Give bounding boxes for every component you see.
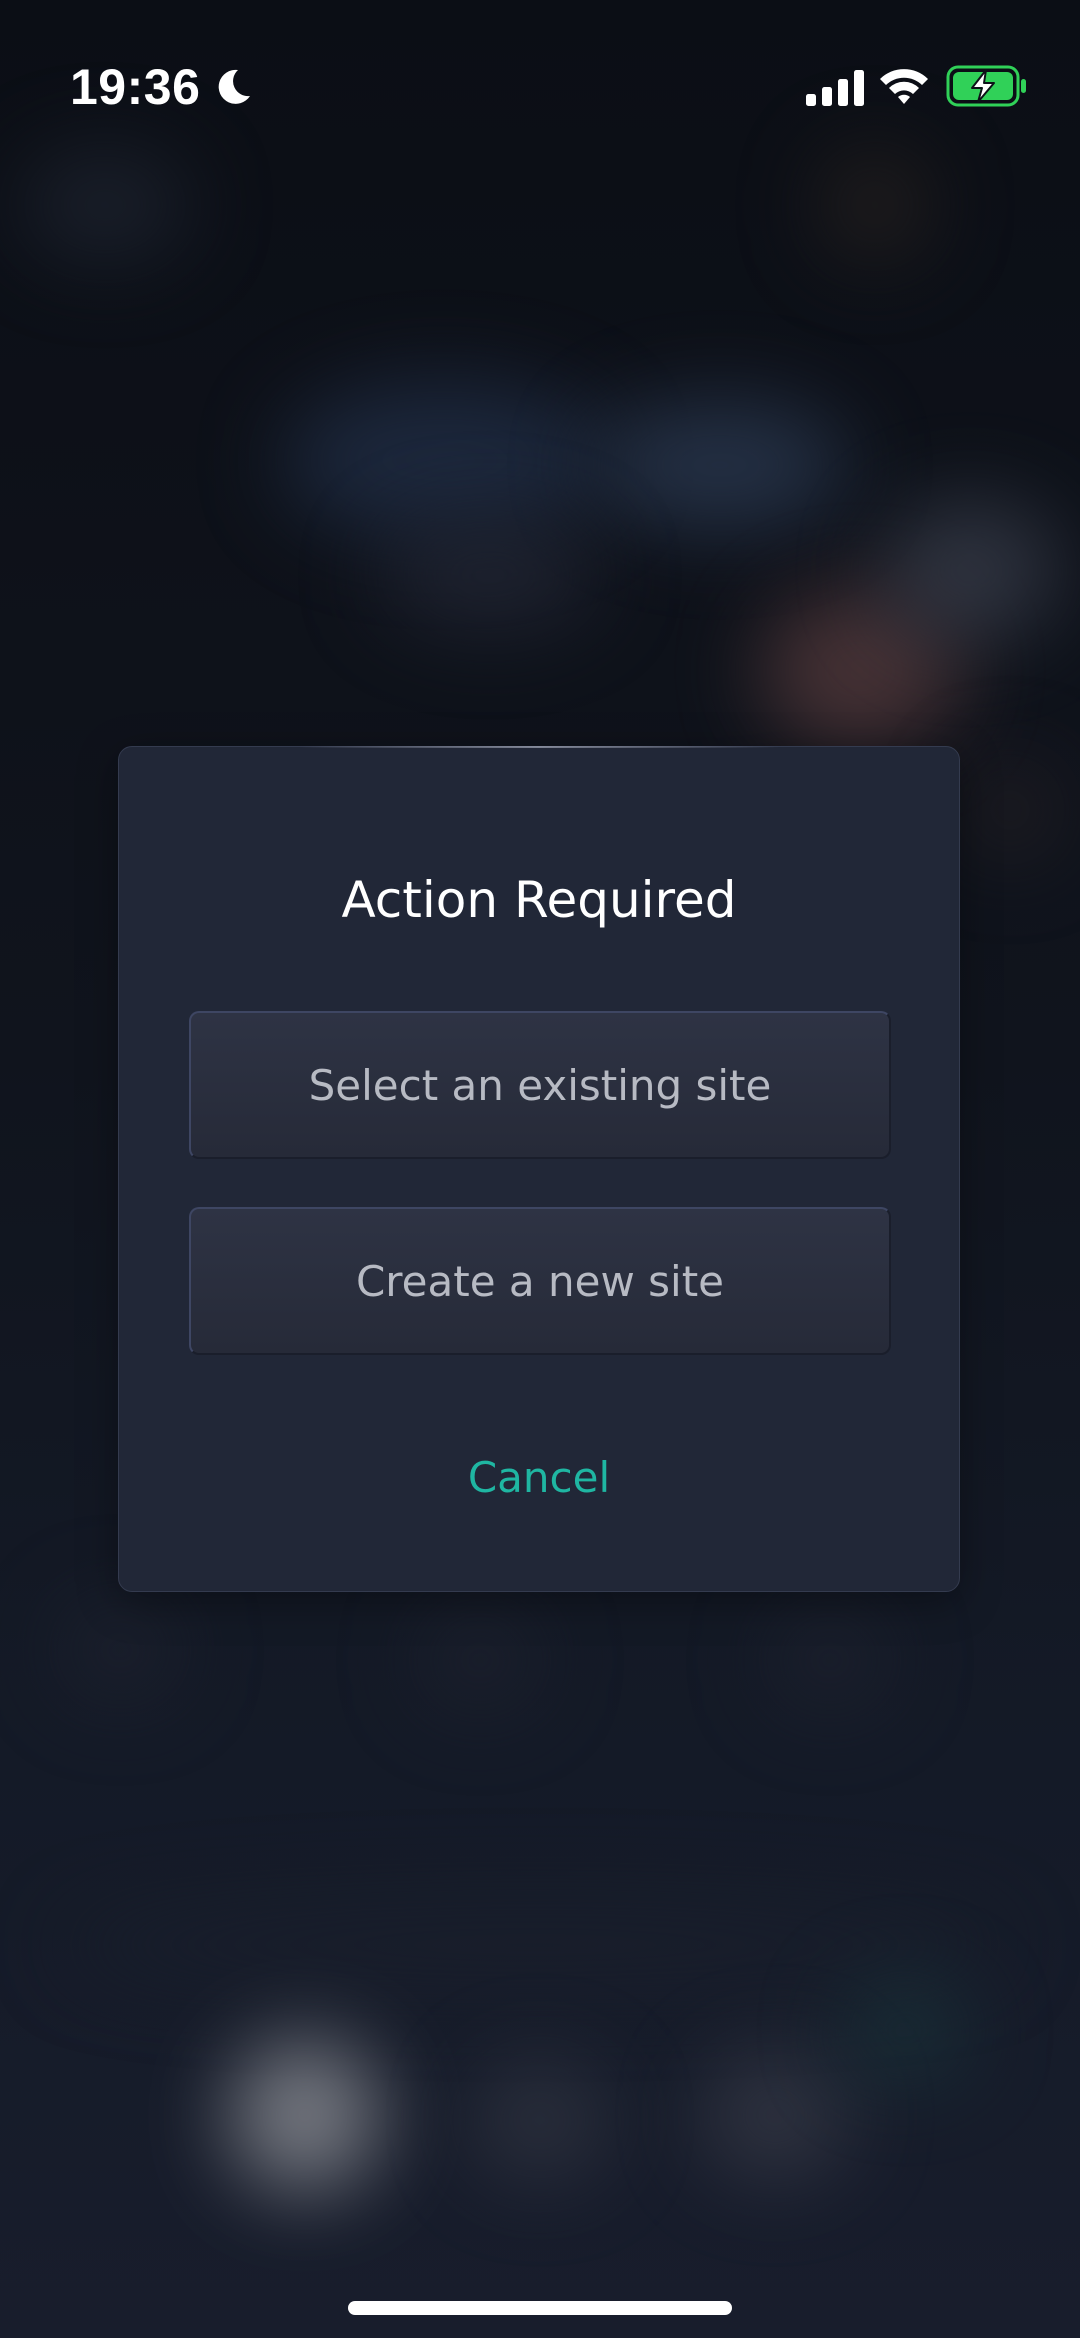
blurred-shape	[420, 1610, 540, 1710]
blurred-shape	[280, 380, 610, 540]
status-bar: 19:36	[0, 0, 1080, 170]
blurred-shape	[380, 520, 600, 630]
blurred-shape	[590, 400, 850, 530]
moon-icon	[218, 69, 250, 104]
create-new-site-button[interactable]: Create a new site	[189, 1207, 891, 1355]
cancel-button[interactable]: Cancel	[119, 1453, 959, 1502]
blurred-shape	[60, 1600, 180, 1700]
blurred-shape	[770, 1610, 890, 1710]
wifi-icon	[880, 69, 928, 104]
blurred-shape	[470, 2060, 610, 2180]
dialog-title: Action Required	[341, 871, 737, 929]
home-indicator[interactable]	[348, 2301, 732, 2315]
select-existing-site-label: Select an existing site	[308, 1060, 772, 1110]
blurred-shape	[840, 1980, 970, 2080]
blurred-shape	[960, 760, 1060, 860]
blurred-shape	[700, 2050, 850, 2180]
blurred-shape	[230, 2040, 380, 2190]
status-time: 19:36	[70, 59, 201, 115]
blurred-shape	[880, 500, 1060, 640]
create-new-site-label: Create a new site	[355, 1256, 724, 1306]
blurred-shape	[60, 1900, 1010, 1990]
battery-charging-icon	[946, 65, 1026, 107]
action-required-dialog: Action Required Select an existing site …	[118, 746, 960, 1592]
cellular-signal-icon	[806, 70, 864, 106]
select-existing-site-button[interactable]: Select an existing site	[189, 1011, 891, 1159]
